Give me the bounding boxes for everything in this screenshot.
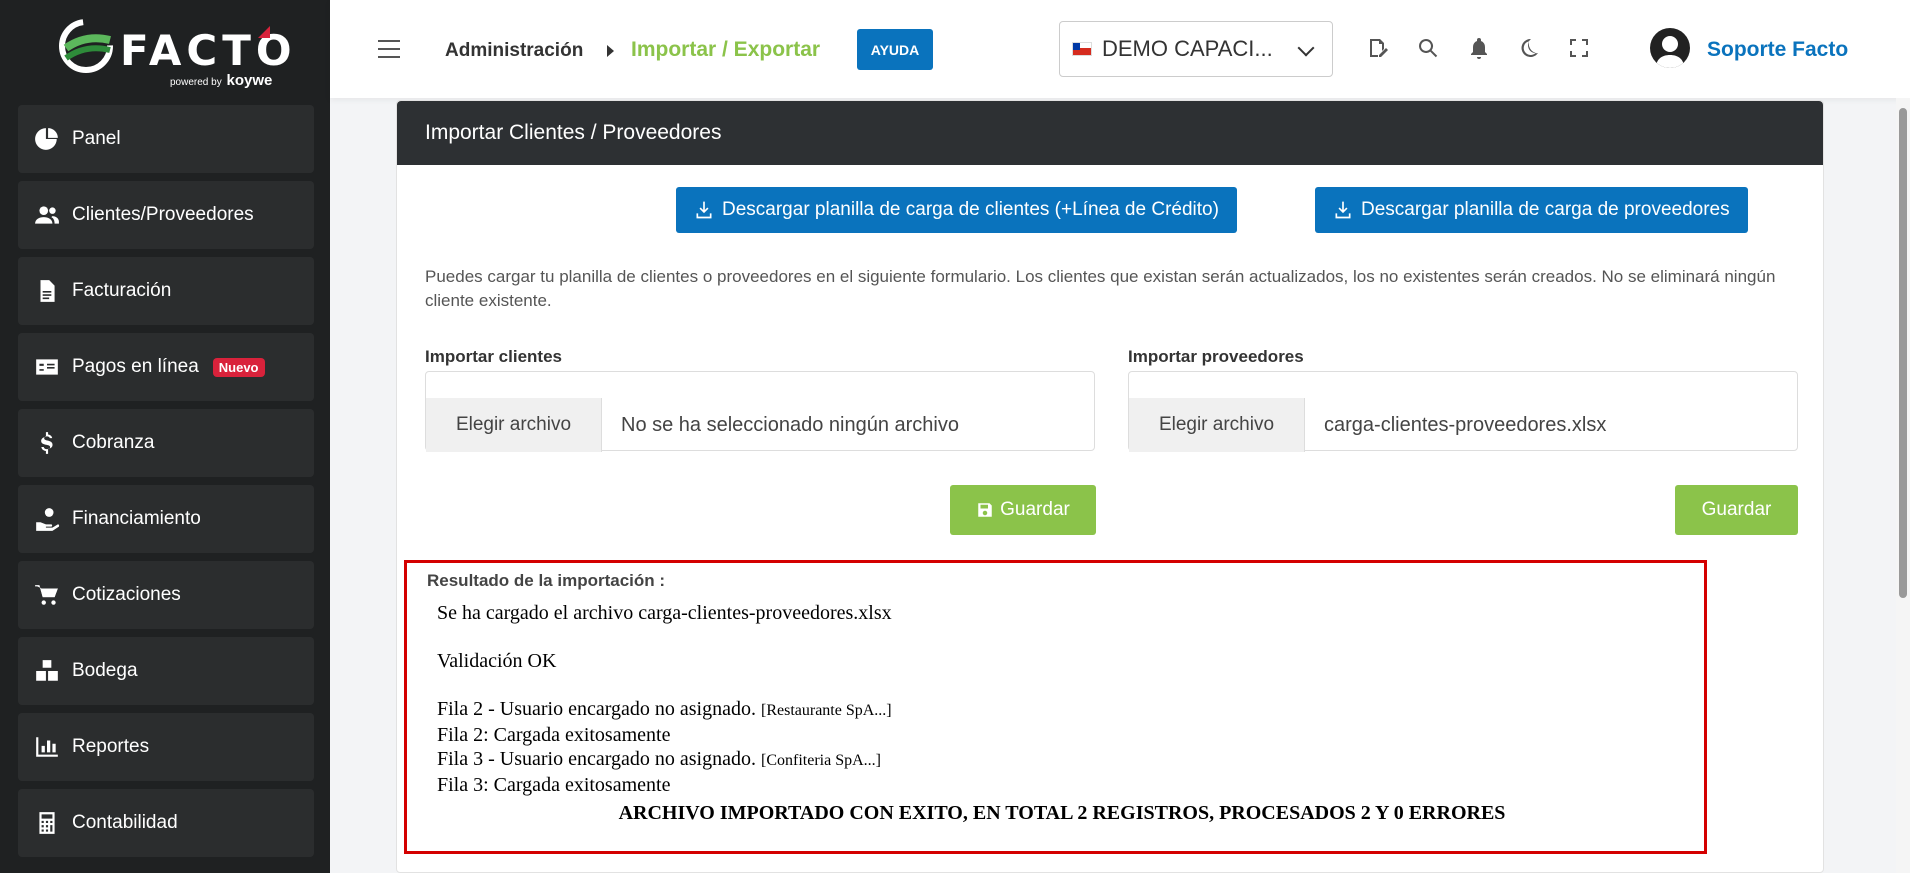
save-clients-button[interactable]: Guardar xyxy=(950,485,1096,535)
fullscreen-icon[interactable] xyxy=(1567,36,1591,60)
download-providers-template-button[interactable]: Descargar planilla de carga de proveedor… xyxy=(1315,187,1748,233)
scrollbar-thumb[interactable] xyxy=(1899,108,1907,598)
sidebar-item-label: Pagos en línea xyxy=(72,356,199,377)
users-icon xyxy=(35,206,59,224)
boxes-icon xyxy=(36,660,58,681)
dark-mode-icon[interactable] xyxy=(1517,36,1541,60)
chile-flag-icon xyxy=(1072,42,1092,56)
company-select[interactable]: DEMO CAPACI... xyxy=(1059,21,1333,77)
bar-chart-icon xyxy=(36,737,58,757)
import-clients-label: Importar clientes xyxy=(425,347,562,366)
sidebar-item-label: Reportes xyxy=(72,736,150,757)
sidebar-item-label: Contabilidad xyxy=(72,812,178,833)
breadcrumb-parent[interactable]: Administración xyxy=(445,40,583,62)
avatar[interactable] xyxy=(1650,28,1690,68)
sidebar-item-clientes-proveedores[interactable]: Clientes/Proveedores xyxy=(18,181,314,249)
sidebar-item-contabilidad[interactable]: Contabilidad xyxy=(18,789,314,857)
powered-by: powered by koywe xyxy=(170,72,273,89)
user-name[interactable]: Soporte Facto xyxy=(1707,38,1848,62)
sidebar-item-label: Facturación xyxy=(72,280,172,301)
sidebar: FACTO powered by koywe Panel Clientes/Pr… xyxy=(0,0,330,873)
sidebar-item-label: Cobranza xyxy=(72,432,155,453)
choose-file-button[interactable]: Elegir archivo xyxy=(1129,398,1305,452)
facto-logo-mark-icon xyxy=(59,19,113,73)
sidebar-nav: Panel Clientes/Proveedores Facturación P… xyxy=(18,105,314,865)
sidebar-item-reportes[interactable]: Reportes xyxy=(18,713,314,781)
page-scrollbar[interactable] xyxy=(1896,98,1910,873)
result-row: Fila 3: Cargada exitosamente xyxy=(437,774,671,796)
search-icon[interactable] xyxy=(1416,36,1440,60)
calculator-icon xyxy=(39,812,55,834)
import-result: Resultado de la importación : Se ha carg… xyxy=(404,560,1707,854)
new-badge: Nuevo xyxy=(212,357,265,377)
selected-file-name: carga-clientes-proveedores.xlsx xyxy=(1324,414,1607,436)
result-row: Fila 3 - Usuario encargado no asignado. … xyxy=(437,748,881,770)
chevron-down-icon xyxy=(1297,39,1315,57)
result-log: Se ha cargado el archivo carga-clientes-… xyxy=(437,601,1687,825)
choose-file-button[interactable]: Elegir archivo xyxy=(426,398,602,452)
hand-coin-icon xyxy=(36,508,60,531)
brand-name: FACTO xyxy=(120,26,297,75)
download-icon xyxy=(696,201,712,219)
logo-accent-icon xyxy=(258,26,270,38)
download-icon xyxy=(1335,201,1351,219)
import-panel: Importar Clientes / Proveedores Descarga… xyxy=(396,100,1824,873)
download-clients-template-button[interactable]: Descargar planilla de carga de clientes … xyxy=(676,187,1237,233)
facto-logo[interactable]: FACTO powered by koywe xyxy=(58,16,292,89)
pie-chart-icon xyxy=(35,128,58,150)
sidebar-item-label: Panel xyxy=(72,128,121,149)
sidebar-item-financiamiento[interactable]: Financiamiento xyxy=(18,485,314,553)
sidebar-item-pagos-en-linea[interactable]: Pagos en línea Nuevo xyxy=(18,333,314,401)
help-button[interactable]: AYUDA xyxy=(857,29,933,70)
result-row: Fila 2: Cargada exitosamente xyxy=(437,724,671,746)
menu-toggle-icon[interactable] xyxy=(378,40,400,58)
import-description: Puedes cargar tu planilla de clientes o … xyxy=(425,267,1776,310)
import-clients-file-input[interactable]: Elegir archivo No se ha seleccionado nin… xyxy=(425,371,1095,452)
topbar: Administración Importar / Exportar AYUDA… xyxy=(330,0,1910,98)
bell-icon[interactable] xyxy=(1467,36,1491,60)
sidebar-item-label: Cotizaciones xyxy=(72,584,181,605)
sidebar-item-facturacion[interactable]: Facturación xyxy=(18,257,314,325)
result-validation: Validación OK xyxy=(437,650,557,672)
sidebar-item-cobranza[interactable]: Cobranza xyxy=(18,409,314,477)
result-loaded: Se ha cargado el archivo carga-clientes-… xyxy=(437,602,892,624)
breadcrumb-current: Importar / Exportar xyxy=(631,38,821,61)
sidebar-item-panel[interactable]: Panel xyxy=(18,105,314,173)
company-name: DEMO CAPACI... xyxy=(1102,36,1273,61)
panel-title: Importar Clientes / Proveedores xyxy=(397,101,1823,165)
sidebar-item-cotizaciones[interactable]: Cotizaciones xyxy=(18,561,314,629)
result-title: Resultado de la importación : xyxy=(427,571,666,590)
sidebar-item-label: Bodega xyxy=(72,660,138,681)
selected-file-name: No se ha seleccionado ningún archivo xyxy=(621,414,959,436)
save-icon xyxy=(978,503,992,517)
save-providers-button[interactable]: Guardar xyxy=(1675,485,1798,535)
document-icon xyxy=(40,280,55,302)
sidebar-item-label: Clientes/Proveedores xyxy=(72,204,254,225)
cart-icon xyxy=(35,585,58,605)
import-providers-label: Importar proveedores xyxy=(1128,347,1304,366)
result-summary: ARCHIVO IMPORTADO CON EXITO, EN TOTAL 2 … xyxy=(618,802,1506,824)
sidebar-item-bodega[interactable]: Bodega xyxy=(18,637,314,705)
dollar-icon xyxy=(41,432,53,454)
sidebar-item-label: Financiamiento xyxy=(72,508,201,529)
breadcrumb-arrow-icon xyxy=(607,45,614,57)
result-row: Fila 2 - Usuario encargado no asignado. … xyxy=(437,698,892,720)
import-providers-file-input[interactable]: Elegir archivo carga-clientes-proveedore… xyxy=(1128,371,1798,452)
payment-card-icon xyxy=(36,359,58,375)
edit-document-icon[interactable] xyxy=(1366,36,1390,60)
